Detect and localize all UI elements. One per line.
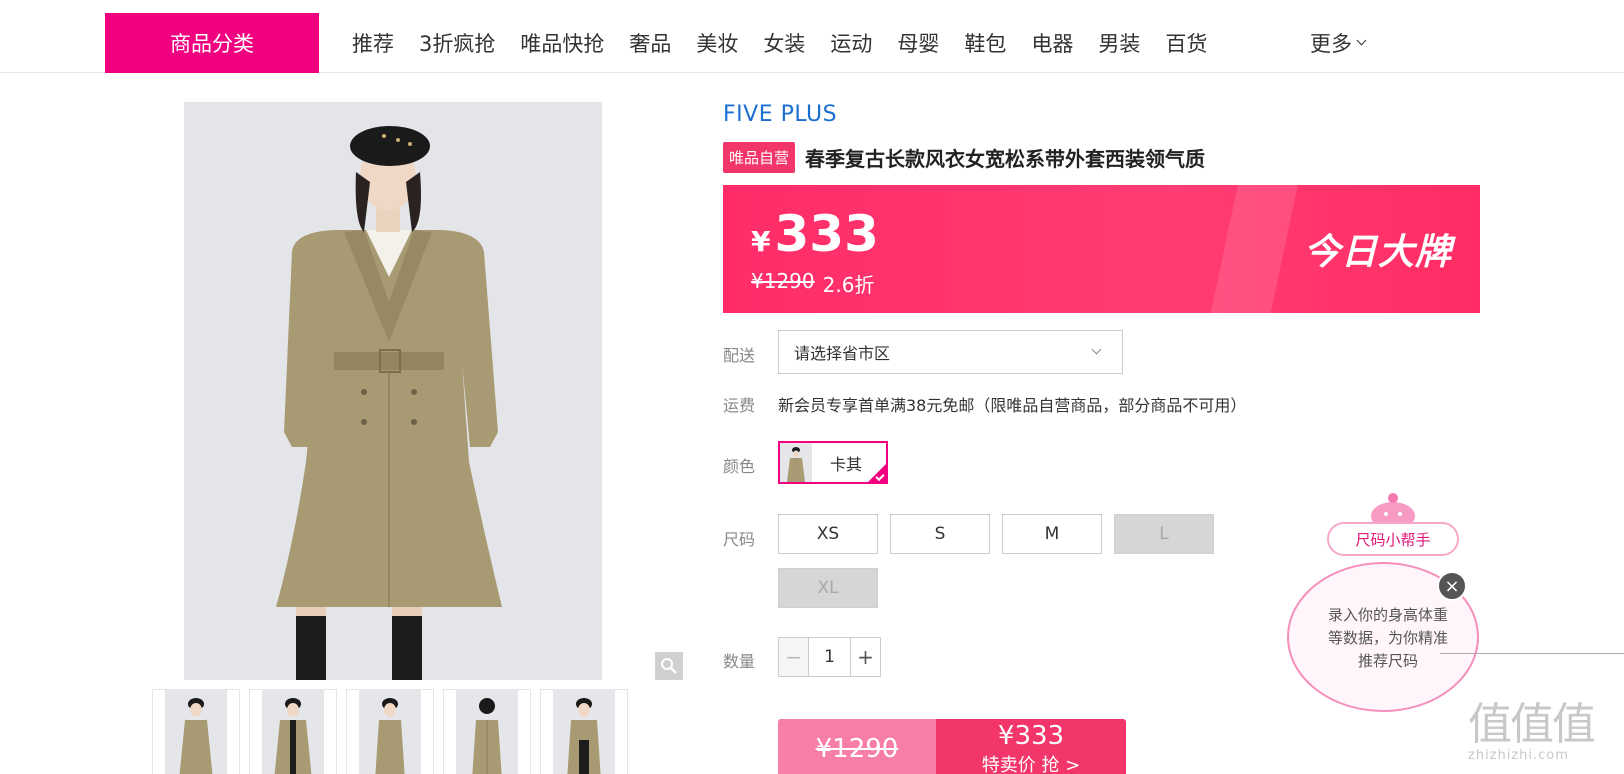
self-operated-badge: 唯品自营 (723, 142, 796, 173)
color-option-khaki[interactable]: 卡其 (778, 441, 888, 484)
thumbnail-4[interactable] (443, 689, 531, 774)
freight-label: 运费 (723, 396, 756, 415)
watermark-url: zhizhizhi.com (1468, 748, 1569, 763)
original-price: ¥1290 (751, 269, 815, 293)
quantity-value[interactable]: 1 (809, 638, 850, 676)
thumbnail-5[interactable] (540, 689, 628, 774)
quantity-increment-button[interactable]: + (850, 638, 880, 676)
nav-items: 推荐 3折疯抢 唯品快抢 奢品 美妆 女装 运动 母婴 鞋包 电器 男装 百货 (352, 13, 1232, 73)
helper-divider (1440, 653, 1624, 654)
size-option-s[interactable]: S (890, 514, 990, 554)
nav-item-sports[interactable]: 运动 (830, 28, 872, 58)
nav-item-30pct[interactable]: 3折疯抢 (419, 28, 495, 58)
quantity-decrement-button[interactable]: − (779, 638, 809, 676)
size-label: 尺码 (723, 530, 756, 549)
chevron-down-icon (1356, 35, 1367, 46)
coat-swatch-image (787, 447, 805, 482)
nav-item-beauty[interactable]: 美妆 (696, 28, 738, 58)
nav-item-recommend[interactable]: 推荐 (352, 28, 394, 58)
color-label: 颜色 (723, 457, 756, 476)
size-option-xs[interactable]: XS (778, 514, 878, 554)
nav-item-appliances[interactable]: 电器 (1031, 28, 1073, 58)
nav-more[interactable]: 更多 (1310, 13, 1367, 73)
thumbnail-image (165, 690, 227, 774)
watermark: 值值值 zhizhizhi.com (1468, 688, 1624, 774)
quantity-stepper: − 1 + (778, 637, 881, 677)
brand-name[interactable]: FIVE PLUS (723, 102, 837, 127)
nav-item-general[interactable]: 百货 (1165, 28, 1207, 58)
thumbnail-image (359, 690, 421, 774)
product-title: 春季复古长款风衣女宽松系带外套西装领气质 (805, 147, 1206, 171)
current-price: ¥ 333 (751, 205, 879, 263)
thumbnail-image (262, 690, 324, 774)
thumbnail-1[interactable] (152, 689, 240, 774)
size-helper-title[interactable]: 尺码小帮手 (1327, 522, 1459, 556)
size-option-xl: XL (778, 568, 878, 608)
model-coat-illustration (184, 102, 602, 680)
region-select-value: 请选择省市区 (794, 344, 891, 363)
buy-now-button[interactable]: ¥333 特卖价 抢 > (936, 719, 1126, 774)
thumbnail-3[interactable] (346, 689, 434, 774)
nav-item-women[interactable]: 女装 (763, 28, 805, 58)
nav-item-shoes-bags[interactable]: 鞋包 (964, 28, 1006, 58)
nav-item-baby[interactable]: 母婴 (897, 28, 939, 58)
buy-now-price: ¥333 (997, 721, 1065, 751)
thumbnail-2[interactable] (249, 689, 337, 774)
banner-shine (1203, 185, 1303, 313)
discount-label: 2.6折 (822, 273, 875, 297)
quantity-label: 数量 (723, 652, 756, 671)
thumbnail-strip (152, 689, 637, 774)
shipping-label: 配送 (723, 346, 756, 365)
category-button[interactable]: 商品分类 (105, 13, 319, 73)
size-option-m[interactable]: M (1002, 514, 1102, 554)
magnifier-icon (661, 658, 677, 674)
color-option-label: 卡其 (830, 454, 863, 474)
original-price-row: ¥1290 2.6折 (751, 269, 874, 298)
chevron-down-icon (1091, 344, 1102, 355)
currency-symbol: ¥ (751, 225, 771, 258)
buy-now-label: 特卖价 抢 > (981, 755, 1081, 774)
current-price-value: 333 (774, 205, 879, 263)
buy-original-price: ¥1290 (778, 719, 936, 774)
region-select[interactable]: 请选择省市区 (778, 330, 1123, 374)
nav-more-label: 更多 (1310, 32, 1352, 56)
watermark-logo: 值值值 (1468, 699, 1596, 750)
nav-item-flash[interactable]: 唯品快抢 (520, 28, 604, 58)
size-option-l: L (1114, 514, 1214, 554)
color-swatch (780, 443, 812, 482)
top-nav: 商品分类 推荐 3折疯抢 唯品快抢 奢品 美妆 女装 运动 母婴 鞋包 电器 男… (0, 0, 1624, 73)
today-brand-badge: 今日大牌 (1303, 232, 1452, 273)
title-row: 唯品自营 春季复古长款风衣女宽松系带外套西装领气质 (723, 142, 1205, 173)
price-banner: ¥ 333 ¥1290 2.6折 今日大牌 (723, 185, 1480, 313)
close-icon[interactable]: × (1437, 571, 1467, 601)
buy-bar: ¥1290 ¥333 特卖价 抢 > (778, 719, 1126, 774)
product-main-image[interactable] (184, 102, 602, 680)
freight-text: 新会员专享首单满38元免邮（限唯品自营商品，部分商品不可用） (778, 396, 1247, 415)
size-helper[interactable]: 尺码小帮手 录入你的身高体重等数据，为你精准推荐尺码 (1285, 492, 1485, 722)
thumbnail-image (456, 690, 518, 774)
nav-item-men[interactable]: 男装 (1098, 28, 1140, 58)
nav-item-luxury[interactable]: 奢品 (629, 28, 671, 58)
zoom-button[interactable] (655, 652, 683, 680)
thumbnail-image (553, 690, 615, 774)
size-helper-text: 录入你的身高体重等数据，为你精准推荐尺码 (1327, 606, 1448, 670)
